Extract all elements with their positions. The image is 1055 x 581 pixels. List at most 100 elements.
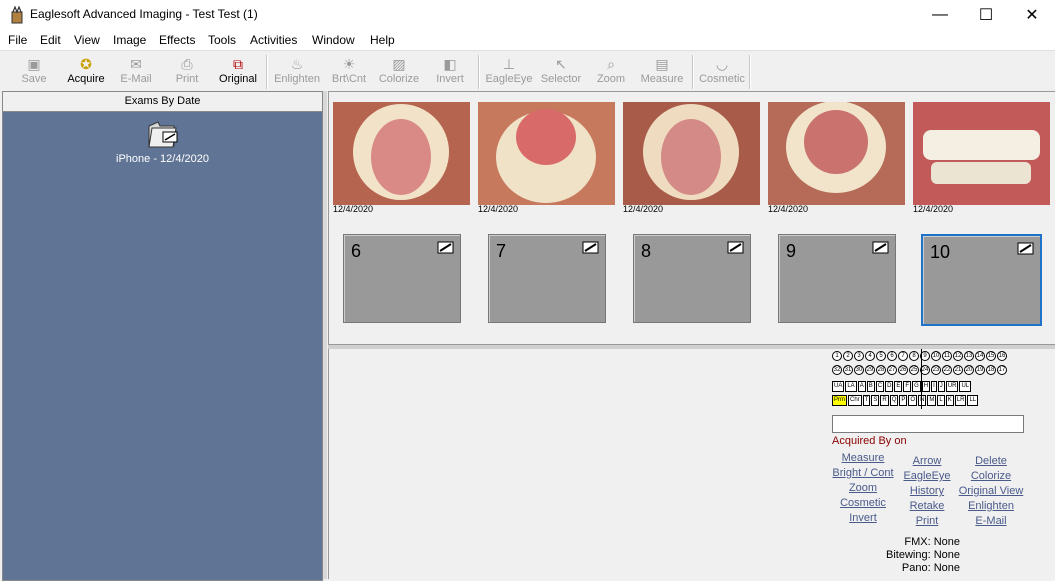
- menu-effects[interactable]: Effects: [159, 33, 195, 47]
- print-button[interactable]: ⎙ Print: [166, 53, 208, 89]
- eagleeye-button[interactable]: ⊥ EagleEye: [484, 53, 534, 89]
- photo-thumbnail[interactable]: [768, 102, 905, 205]
- zoom-button[interactable]: ⌕ Zoom: [592, 53, 630, 89]
- menu-file[interactable]: File: [8, 33, 27, 47]
- tooth-13[interactable]: 13: [964, 351, 974, 361]
- colorize-link[interactable]: Colorize: [951, 470, 1031, 482]
- brtcnt-button[interactable]: ☀ Brt\Cnt: [328, 53, 370, 89]
- invert-button[interactable]: ◧ Invert: [430, 53, 470, 89]
- region-j[interactable]: J: [937, 381, 945, 392]
- tooth-26[interactable]: 26: [898, 365, 908, 375]
- email-link[interactable]: E-Mail: [951, 515, 1031, 527]
- tooth-30[interactable]: 30: [854, 365, 864, 375]
- selector-button[interactable]: ↖ Selector: [538, 53, 584, 89]
- image-slot[interactable]: 6: [343, 234, 461, 323]
- region-c[interactable]: C: [875, 381, 885, 392]
- acquire-slot-icon[interactable]: [872, 239, 890, 255]
- tooth-31[interactable]: 31: [843, 365, 853, 375]
- menu-image[interactable]: Image: [113, 33, 146, 47]
- original-view-link[interactable]: Original View: [951, 485, 1031, 497]
- photo-thumbnail[interactable]: [623, 102, 760, 205]
- region-k[interactable]: K: [945, 395, 954, 406]
- tooth-18[interactable]: 18: [986, 365, 996, 375]
- tooth-14[interactable]: 14: [975, 351, 985, 361]
- tooth-32[interactable]: 32: [832, 365, 842, 375]
- colorize-button[interactable]: ▨ Colorize: [376, 53, 422, 89]
- image-slot[interactable]: 9: [778, 234, 896, 323]
- original-button[interactable]: ⧉ Original: [214, 53, 262, 89]
- minimize-button[interactable]: —: [917, 0, 963, 30]
- tooth-10[interactable]: 10: [931, 351, 941, 361]
- acquire-slot-icon[interactable]: [582, 239, 600, 255]
- menu-help[interactable]: Help: [370, 33, 395, 47]
- region-r[interactable]: R: [880, 395, 889, 406]
- region-lr[interactable]: LR: [954, 395, 967, 406]
- acquire-slot-icon[interactable]: [1017, 240, 1035, 256]
- image-slot[interactable]: 8: [633, 234, 751, 323]
- notes-input[interactable]: [832, 415, 1024, 433]
- acquire-slot-icon[interactable]: [437, 239, 455, 255]
- tooth-6[interactable]: 6: [887, 351, 897, 361]
- save-button[interactable]: ▣ Save: [14, 53, 54, 89]
- menu-tools[interactable]: Tools: [208, 33, 236, 47]
- cosmetic-button[interactable]: ◡ Cosmetic: [698, 53, 746, 89]
- tooth-12[interactable]: 12: [953, 351, 963, 361]
- enlighten-button[interactable]: ♨ Enlighten: [272, 53, 322, 89]
- region-m[interactable]: M: [927, 395, 937, 406]
- region-g[interactable]: G: [912, 381, 921, 392]
- region-prm[interactable]: Prm: [832, 395, 847, 406]
- vertical-splitter[interactable]: [323, 91, 327, 579]
- acquire-slot-icon[interactable]: [727, 239, 745, 255]
- tooth-19[interactable]: 19: [975, 365, 985, 375]
- menu-edit[interactable]: Edit: [40, 33, 61, 47]
- tooth-20[interactable]: 20: [964, 365, 974, 375]
- tooth-7[interactable]: 7: [898, 351, 908, 361]
- region-i[interactable]: I: [931, 381, 937, 392]
- region-t[interactable]: T: [862, 395, 871, 406]
- image-slot[interactable]: 7: [488, 234, 606, 323]
- email-button[interactable]: ✉ E-Mail: [116, 53, 156, 89]
- region-ll[interactable]: LL: [967, 395, 979, 406]
- region-la[interactable]: LA: [845, 381, 857, 392]
- region-ua[interactable]: UA: [832, 381, 845, 392]
- tooth-4[interactable]: 4: [865, 351, 875, 361]
- folder-icon[interactable]: [146, 118, 180, 150]
- tooth-22[interactable]: 22: [942, 365, 952, 375]
- photo-thumbnail[interactable]: [913, 102, 1050, 205]
- delete-link[interactable]: Delete: [951, 455, 1031, 467]
- tooth-29[interactable]: 29: [865, 365, 875, 375]
- tooth-2[interactable]: 2: [843, 351, 853, 361]
- acquire-button[interactable]: ✪ Acquire: [62, 53, 110, 89]
- tooth-27[interactable]: 27: [887, 365, 897, 375]
- menu-view[interactable]: View: [74, 33, 100, 47]
- region-l[interactable]: L: [937, 395, 945, 406]
- region-f[interactable]: F: [903, 381, 912, 392]
- region-a[interactable]: A: [857, 381, 866, 392]
- region-q[interactable]: Q: [889, 395, 899, 406]
- close-button[interactable]: ✕: [1009, 0, 1055, 30]
- tooth-28[interactable]: 28: [876, 365, 886, 375]
- tooth-11[interactable]: 11: [942, 351, 952, 361]
- region-d[interactable]: D: [885, 381, 894, 392]
- photo-thumbnail[interactable]: [333, 102, 470, 205]
- tooth-5[interactable]: 5: [876, 351, 886, 361]
- tooth-8[interactable]: 8: [909, 351, 919, 361]
- region-ur[interactable]: UR: [945, 381, 959, 392]
- tooth-15[interactable]: 15: [986, 351, 996, 361]
- region-o[interactable]: O: [908, 395, 918, 406]
- tooth-16[interactable]: 16: [997, 351, 1007, 361]
- region-s[interactable]: S: [871, 395, 880, 406]
- tooth-3[interactable]: 3: [854, 351, 864, 361]
- menu-activities[interactable]: Activities: [250, 33, 297, 47]
- region-n[interactable]: N: [918, 395, 927, 406]
- photo-thumbnail[interactable]: [478, 102, 615, 205]
- measure-button[interactable]: ▤ Measure: [638, 53, 686, 89]
- image-slot-selected[interactable]: 10: [921, 234, 1042, 326]
- enlighten-link[interactable]: Enlighten: [951, 500, 1031, 512]
- region-ul[interactable]: UL: [959, 381, 972, 392]
- tooth-17[interactable]: 17: [997, 365, 1007, 375]
- menu-window[interactable]: Window: [312, 33, 355, 47]
- region-e[interactable]: E: [894, 381, 903, 392]
- region-chr[interactable]: Chr: [848, 395, 862, 406]
- tooth-21[interactable]: 21: [953, 365, 963, 375]
